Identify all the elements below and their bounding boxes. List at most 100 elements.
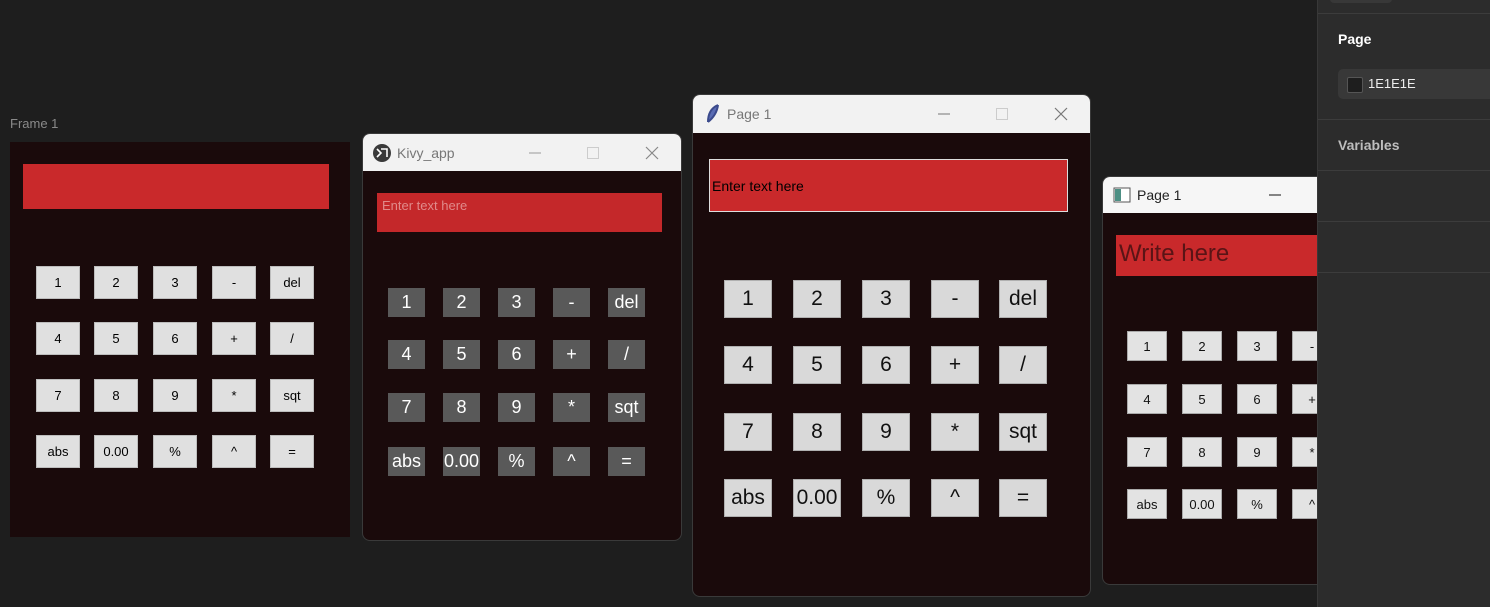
tk-key[interactable]: sqt bbox=[999, 413, 1047, 451]
tk-key[interactable]: del bbox=[999, 280, 1047, 318]
tk-key[interactable]: 7 bbox=[724, 413, 772, 451]
frame-key[interactable]: 6 bbox=[153, 322, 197, 355]
qt-key[interactable]: abs bbox=[1127, 489, 1167, 519]
frame-key[interactable]: = bbox=[270, 435, 314, 468]
kivy-key[interactable]: * bbox=[553, 393, 590, 422]
kivy-logo-icon bbox=[373, 143, 391, 162]
tk-text-entry[interactable]: Enter text here bbox=[709, 159, 1068, 212]
kivy-key[interactable]: 3 bbox=[498, 288, 535, 317]
kivy-key[interactable]: / bbox=[608, 340, 645, 369]
frame-key[interactable]: / bbox=[270, 322, 314, 355]
qt-key[interactable]: 8 bbox=[1182, 437, 1222, 467]
properties-panel: Page 1E1E1E Variables bbox=[1317, 0, 1490, 607]
tk-titlebar[interactable]: Page 1 bbox=[693, 95, 1090, 133]
frame-1[interactable]: 1 2 3- del 4 5 6 + / 7 8 9 * sqt abs 0.00% ^ = bbox=[10, 142, 350, 537]
tk-key[interactable]: 2 bbox=[793, 280, 841, 318]
tk-key[interactable]: ^ bbox=[931, 479, 979, 517]
tk-key[interactable]: 0.00 bbox=[793, 479, 841, 517]
qt-key[interactable]: 9 bbox=[1237, 437, 1277, 467]
qt-key[interactable]: 6 bbox=[1237, 384, 1277, 414]
fill-color-swatch[interactable] bbox=[1347, 77, 1363, 93]
qt-key[interactable]: 4 bbox=[1127, 384, 1167, 414]
frame-display bbox=[23, 164, 329, 209]
tk-key[interactable]: abs bbox=[724, 479, 772, 517]
feather-icon bbox=[707, 104, 719, 123]
qt-key[interactable]: % bbox=[1237, 489, 1277, 519]
window-app-icon bbox=[1113, 187, 1131, 203]
qt-key[interactable]: 0.00 bbox=[1182, 489, 1222, 519]
page-fill-field[interactable]: 1E1E1E bbox=[1338, 69, 1490, 99]
kivy-key[interactable]: % bbox=[498, 447, 535, 476]
frame-key[interactable]: del bbox=[270, 266, 314, 299]
frame-key[interactable]: sqt bbox=[270, 379, 314, 412]
kivy-key[interactable]: 4 bbox=[388, 340, 425, 369]
frame-key[interactable]: 5 bbox=[94, 322, 138, 355]
qt-window-title: Page 1 bbox=[1137, 187, 1182, 203]
kivy-key[interactable]: abs bbox=[388, 447, 425, 476]
tk-key[interactable]: * bbox=[931, 413, 979, 451]
panel-top-button[interactable] bbox=[1330, 0, 1392, 3]
kivy-key[interactable]: 9 bbox=[498, 393, 535, 422]
qt-key[interactable]: 3 bbox=[1237, 331, 1277, 361]
kivy-key[interactable]: 1 bbox=[388, 288, 425, 317]
maximize-icon[interactable] bbox=[992, 104, 1012, 124]
tk-key[interactable]: 9 bbox=[862, 413, 910, 451]
kivy-key[interactable]: 0.00 bbox=[443, 447, 480, 476]
kivy-key[interactable]: ^ bbox=[553, 447, 590, 476]
variables-heading[interactable]: Variables bbox=[1338, 137, 1400, 153]
tk-key[interactable]: + bbox=[931, 346, 979, 384]
kivy-text-input[interactable]: Enter text here bbox=[377, 193, 662, 232]
frame-label[interactable]: Frame 1 bbox=[10, 116, 58, 131]
frame-key[interactable]: + bbox=[212, 322, 256, 355]
minimize-icon[interactable] bbox=[525, 143, 545, 163]
frame-key[interactable]: 0.00 bbox=[94, 435, 138, 468]
frame-key[interactable]: 1 bbox=[36, 266, 80, 299]
kivy-key[interactable]: = bbox=[608, 447, 645, 476]
kivy-window: Kivy_app Enter text here 1 2 3- del 4 5 6 + / 7 8 9… bbox=[362, 133, 682, 541]
qt-key[interactable]: 2 bbox=[1182, 331, 1222, 361]
tk-key[interactable]: 5 bbox=[793, 346, 841, 384]
frame-key[interactable]: 7 bbox=[36, 379, 80, 412]
kivy-key[interactable]: - bbox=[553, 288, 590, 317]
frame-key[interactable]: % bbox=[153, 435, 197, 468]
frame-key[interactable]: 9 bbox=[153, 379, 197, 412]
tk-key[interactable]: 1 bbox=[724, 280, 772, 318]
kivy-key[interactable]: 2 bbox=[443, 288, 480, 317]
tk-window-title: Page 1 bbox=[727, 106, 772, 122]
frame-key[interactable]: 4 bbox=[36, 322, 80, 355]
kivy-key[interactable]: 7 bbox=[388, 393, 425, 422]
kivy-key[interactable]: 8 bbox=[443, 393, 480, 422]
tk-key[interactable]: / bbox=[999, 346, 1047, 384]
frame-key[interactable]: 8 bbox=[94, 379, 138, 412]
frame-key[interactable]: 3 bbox=[153, 266, 197, 299]
tk-key[interactable]: % bbox=[862, 479, 910, 517]
tk-window: Page 1 Enter text here 1 2 3- del 4 5 6 + / 7 8 9 * s… bbox=[692, 94, 1091, 597]
minimize-icon[interactable] bbox=[1265, 185, 1285, 205]
maximize-icon[interactable] bbox=[583, 143, 603, 163]
tk-key[interactable]: 8 bbox=[793, 413, 841, 451]
frame-key[interactable]: abs bbox=[36, 435, 80, 468]
close-icon[interactable] bbox=[1051, 104, 1071, 124]
frame-key[interactable]: - bbox=[212, 266, 256, 299]
kivy-key[interactable]: 5 bbox=[443, 340, 480, 369]
frame-key[interactable]: * bbox=[212, 379, 256, 412]
tk-key[interactable]: - bbox=[931, 280, 979, 318]
qt-key[interactable]: 7 bbox=[1127, 437, 1167, 467]
qt-key[interactable]: 5 bbox=[1182, 384, 1222, 414]
qt-key[interactable]: 1 bbox=[1127, 331, 1167, 361]
fill-color-value[interactable]: 1E1E1E bbox=[1368, 76, 1416, 91]
kivy-key[interactable]: 6 bbox=[498, 340, 535, 369]
frame-key[interactable]: 2 bbox=[94, 266, 138, 299]
frame-key[interactable]: ^ bbox=[212, 435, 256, 468]
tk-key[interactable]: = bbox=[999, 479, 1047, 517]
kivy-titlebar[interactable]: Kivy_app bbox=[363, 134, 681, 171]
tk-key[interactable]: 6 bbox=[862, 346, 910, 384]
kivy-key[interactable]: del bbox=[608, 288, 645, 317]
kivy-window-title: Kivy_app bbox=[397, 144, 455, 161]
kivy-key[interactable]: sqt bbox=[608, 393, 645, 422]
kivy-key[interactable]: + bbox=[553, 340, 590, 369]
close-icon[interactable] bbox=[642, 143, 662, 163]
tk-key[interactable]: 3 bbox=[862, 280, 910, 318]
tk-key[interactable]: 4 bbox=[724, 346, 772, 384]
minimize-icon[interactable] bbox=[934, 104, 954, 124]
